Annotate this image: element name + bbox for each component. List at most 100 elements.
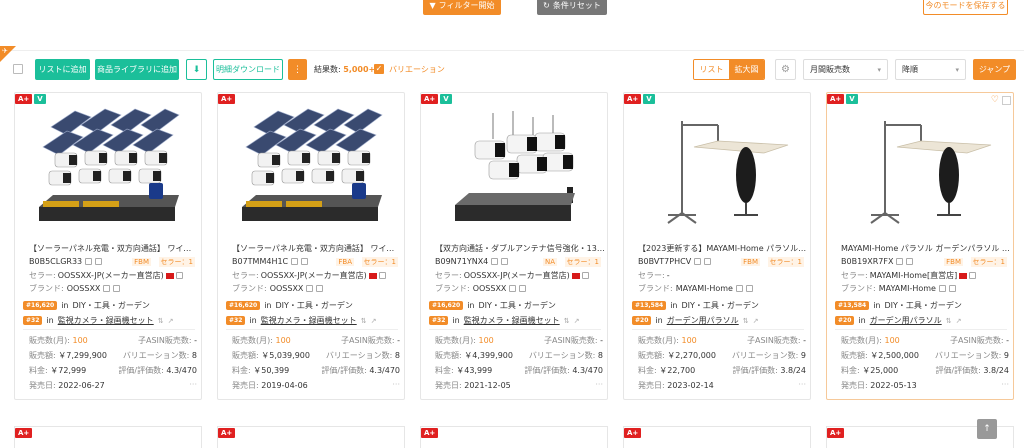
copy-icon[interactable] [103, 285, 111, 292]
brand-name[interactable]: OOSSXX [270, 284, 304, 293]
product-image-box[interactable] [435, 103, 595, 235]
external-link-icon[interactable] [969, 272, 977, 279]
external-link-icon[interactable] [301, 258, 309, 265]
external-link-icon[interactable]: ↗ [168, 317, 174, 325]
asin[interactable]: B0B19XR7FX [841, 257, 893, 266]
copy-icon[interactable] [509, 285, 517, 292]
product-card[interactable]: A+ 【ソーラーパネル充電・双方向通話】 ワイヤ… B07TMM4H1C FBA… [217, 92, 405, 400]
more-icon[interactable]: ··· [1001, 380, 1009, 389]
product-title[interactable]: 【ソーラーパネル充電・双方向通話】 ワイヤ… [232, 243, 402, 254]
jump-button[interactable]: ジャンプ [973, 59, 1016, 80]
subcategory-link[interactable]: ガーデン用パラソル [870, 315, 942, 326]
brand-name[interactable]: MAYAMI-Home [676, 284, 733, 293]
asin[interactable]: B07TMM4H1C [232, 257, 288, 266]
seller-name[interactable]: MAYAMI-Home[直営店] [870, 270, 958, 281]
asin[interactable]: B0B5CLGR33 [29, 257, 82, 266]
seller-name[interactable]: OOSSXX-JP(メーカー直営店) [58, 270, 164, 281]
product-image [242, 108, 383, 221]
seller-name[interactable]: OOSSXX-JP(メーカー直営店) [261, 270, 367, 281]
copy-icon[interactable] [896, 258, 904, 265]
external-link-icon[interactable]: ↗ [574, 317, 580, 325]
external-link-icon[interactable] [175, 272, 183, 279]
external-link-icon[interactable] [906, 258, 914, 265]
product-image [39, 108, 180, 221]
select-all-checkbox[interactable] [13, 64, 23, 74]
product-card[interactable]: A+ V ♡ MAYAMI-Home パラソル ガーデンパラソル 2… B0B19… [826, 92, 1014, 400]
more-icon[interactable]: ··· [392, 380, 400, 389]
scroll-to-top-button[interactable]: ↑ [977, 419, 997, 439]
aplus-badge: A+ [624, 428, 642, 438]
external-link-icon[interactable] [95, 258, 103, 265]
variation-checkbox[interactable]: ✓ [374, 64, 384, 74]
external-link-icon[interactable] [378, 272, 386, 279]
card-checkbox[interactable] [1002, 96, 1011, 105]
reset-filter-button[interactable]: ↻ 条件リセット [537, 0, 607, 15]
external-link-icon[interactable] [581, 272, 589, 279]
list-view-button[interactable]: リスト [694, 60, 729, 79]
product-title[interactable]: 【双方向通話・ダブルアンテナ信号強化・130… [435, 243, 605, 254]
product-title[interactable]: 【2023更新する】MAYAMI-Home パラソル … [638, 243, 808, 254]
add-to-library-button[interactable]: 商品ライブラリに追加 [95, 59, 179, 80]
product-card[interactable]: A+ [14, 426, 202, 448]
detail-download-button[interactable]: 明細ダウンロード [213, 59, 283, 80]
product-image-box[interactable] [638, 103, 798, 235]
subcategory-link[interactable]: 監視カメラ・録画機セット [464, 315, 560, 326]
brand-row: ブランド: OOSSXX [435, 283, 605, 294]
copy-icon[interactable] [306, 285, 314, 292]
result-toolbar: リストに追加 商品ライブラリに追加 ⬇ 明細ダウンロード ⋮ 結果数: 5,00… [0, 59, 1024, 81]
external-link-icon[interactable]: ↗ [371, 317, 377, 325]
product-card[interactable]: A+ V 【ソーラーパネル充電・双方向通話】 ワイヤ… B0B5CLGR33 F… [14, 92, 202, 400]
copy-icon[interactable] [694, 258, 702, 265]
external-link-icon[interactable] [501, 258, 509, 265]
sales-stats: 販売数(月): 100 子ASIN販売数: - 販売額: ￥4,399,900 … [435, 336, 603, 375]
brand-name[interactable]: MAYAMI-Home [879, 284, 936, 293]
more-icon[interactable]: ··· [189, 380, 197, 389]
asin[interactable]: B0BVT7PHCV [638, 257, 691, 266]
brand-name[interactable]: OOSSXX [67, 284, 101, 293]
product-image-box[interactable] [841, 103, 1001, 235]
copy-icon[interactable] [291, 258, 299, 265]
external-link-icon[interactable]: ↗ [753, 317, 759, 325]
category-rank-row: #16,620 in DIY・工具・ガーデン [226, 300, 401, 311]
product-image-box[interactable] [29, 103, 189, 235]
external-link-icon[interactable] [704, 258, 712, 265]
copy-icon[interactable] [85, 258, 93, 265]
add-to-list-button[interactable]: リストに追加 [35, 59, 90, 80]
subcategory-link[interactable]: ガーデン用パラソル [667, 315, 739, 326]
product-image-box[interactable] [232, 103, 392, 235]
copy-icon[interactable] [491, 258, 499, 265]
asin[interactable]: B09N71YNX4 [435, 257, 488, 266]
product-card[interactable]: A+ [420, 426, 608, 448]
more-options-icon[interactable]: ⋮ [288, 59, 307, 80]
external-link-icon[interactable] [745, 285, 753, 292]
product-card[interactable]: A+ [623, 426, 811, 448]
subcategory-link[interactable]: 監視カメラ・録画機セット [58, 315, 154, 326]
product-title[interactable]: MAYAMI-Home パラソル ガーデンパラソル 2… [841, 243, 1011, 254]
large-view-button[interactable]: 拡大図 [729, 60, 764, 79]
seller-name[interactable]: OOSSXX-JP(メーカー直営店) [464, 270, 570, 281]
save-mode-button[interactable]: 今のモードを保存する [923, 0, 1008, 15]
external-link-icon[interactable] [519, 285, 527, 292]
product-card[interactable]: A+ [217, 426, 405, 448]
external-link-icon[interactable] [948, 285, 956, 292]
copy-icon[interactable] [938, 285, 946, 292]
sort-order-select[interactable]: 降順 ▾ [895, 59, 966, 80]
start-filter-button[interactable]: ▼ フィルター開始 [423, 0, 501, 15]
product-card[interactable]: A+ V 【2023更新する】MAYAMI-Home パラソル … B0BVT7P… [623, 92, 811, 400]
seller-name[interactable]: - [667, 271, 670, 280]
brand-name[interactable]: OOSSXX [473, 284, 507, 293]
product-title[interactable]: 【ソーラーパネル充電・双方向通話】 ワイヤ… [29, 243, 199, 254]
product-card[interactable]: A+ V 【双方向通話・ダブルアンテナ信号強化・130… B09N71YNX4 N… [420, 92, 608, 400]
more-icon[interactable]: ··· [595, 380, 603, 389]
more-icon[interactable]: ··· [798, 380, 806, 389]
download-icon[interactable]: ⬇ [186, 59, 207, 80]
external-link-icon[interactable] [113, 285, 121, 292]
copy-icon[interactable] [735, 285, 743, 292]
divider [632, 329, 804, 330]
sort-field-select[interactable]: 月間販売数 ▾ [803, 59, 888, 80]
external-link-icon[interactable]: ↗ [956, 317, 962, 325]
external-link-icon[interactable] [316, 285, 324, 292]
subcategory-link[interactable]: 監視カメラ・録画機セット [261, 315, 357, 326]
gear-icon[interactable]: ⚙ [775, 59, 796, 80]
chevron-down-icon: ▾ [955, 65, 959, 74]
